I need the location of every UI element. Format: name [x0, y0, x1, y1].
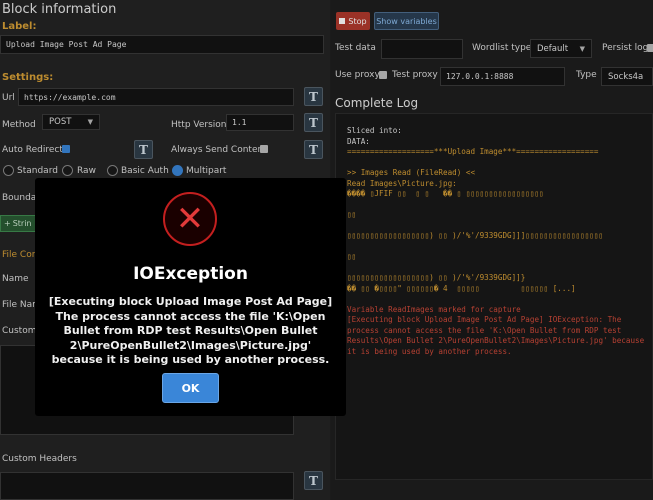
log-line: Sliced into: — [347, 126, 402, 135]
always-send-content-interpolation-button[interactable]: T — [304, 140, 323, 159]
custom-headers-interpolation-button[interactable]: T — [304, 471, 323, 490]
method-select[interactable]: POST ▼ — [42, 114, 100, 130]
http-version-label: Http Version — [171, 120, 227, 130]
radio-multipart[interactable] — [172, 165, 183, 176]
log-line: DATA: — [347, 136, 370, 146]
radio-raw[interactable] — [62, 165, 73, 176]
stop-label: Stop — [348, 16, 367, 26]
wordlist-type-value: Default — [537, 43, 569, 54]
plus-icon: + — [4, 219, 11, 228]
log-line: process cannot access the file 'K:\Open … — [347, 325, 622, 335]
auto-redirect-label: Auto Redirect — [2, 145, 63, 155]
url-label: Url — [2, 93, 15, 103]
always-send-content-label: Always Send Content — [171, 145, 267, 155]
stop-button[interactable]: Stop — [336, 12, 370, 30]
settings-heading: Settings: — [2, 72, 54, 83]
radio-standard-label: Standard — [17, 166, 58, 176]
log-line: ���� ▯JFIF ▯▯ ▯ ▯ �� ▯ ▯▯▯▯▯▯▯▯▯▯▯▯▯▯▯▯▯ — [347, 189, 544, 198]
log-line: [Executing block Upload Image Post Ad Pa… — [347, 315, 622, 324]
log-line: ▯▯ — [347, 252, 357, 261]
http-version-input[interactable]: 1.1 — [226, 114, 294, 131]
add-string-label: Strin — [12, 219, 32, 228]
test-proxy-label: Test proxy — [392, 70, 438, 80]
chevron-down-icon: ▼ — [87, 118, 93, 126]
auto-redirect-interpolation-button[interactable]: T — [134, 140, 153, 159]
use-proxy-checkbox[interactable] — [379, 71, 387, 79]
complete-log[interactable]: Sliced into: DATA: ===================***U… — [335, 113, 653, 480]
auto-redirect-checkbox[interactable] — [62, 145, 70, 153]
wordlist-type-select[interactable]: Default ▼ — [530, 39, 592, 58]
test-proxy-input[interactable]: 127.0.0.1:8888 — [440, 67, 565, 86]
block-info-title: Block information — [2, 2, 117, 17]
log-line: >> Images Read (FileRead) << — [347, 168, 476, 177]
dialog-title: IOException — [133, 264, 248, 284]
test-data-label: Test data — [335, 43, 376, 53]
radio-basic-auth[interactable] — [107, 165, 118, 176]
radio-raw-label: Raw — [77, 166, 96, 176]
use-proxy-label: Use proxy — [335, 70, 380, 80]
log-line: ===================***Upload Image***===… — [347, 147, 599, 156]
log-line: ▯▯ — [347, 210, 357, 219]
custom-headers-label: Custom Headers — [2, 454, 77, 464]
proxy-type-value: Socks4a — [608, 71, 644, 82]
show-variables-button[interactable]: Show variables — [374, 12, 439, 30]
url-interpolation-button[interactable]: T — [304, 87, 323, 106]
http-version-interpolation-button[interactable]: T — [304, 113, 323, 132]
ok-button[interactable]: OK — [162, 373, 219, 403]
label-heading: Label: — [2, 21, 37, 32]
persist-log-checkbox[interactable] — [647, 44, 653, 52]
method-value: POST — [49, 117, 72, 127]
wordlist-type-label: Wordlist type — [472, 43, 532, 53]
proxy-type-select[interactable]: Socks4a — [601, 67, 653, 86]
method-label: Method — [2, 120, 36, 130]
log-line: �� ▯▯ �▯▯▯▯" ▯▯▯▯▯▯� 4 ▯▯▯▯▯ ▯▯▯▯▯▯ [...… — [347, 283, 576, 293]
name-label: Name — [2, 274, 29, 284]
dialog-message: [Executing block Upload Image Post Ad Pa… — [48, 295, 333, 366]
always-send-content-checkbox[interactable] — [260, 145, 268, 153]
log-line: Results\Open Bullet 2\PureOpenBullet2\Im… — [347, 336, 645, 345]
radio-standard[interactable] — [3, 165, 14, 176]
complete-log-title: Complete Log — [335, 96, 419, 110]
stop-icon — [339, 18, 346, 24]
test-data-input[interactable] — [381, 39, 463, 59]
error-x-icon: ✕ — [163, 192, 217, 246]
proxy-type-label: Type — [576, 70, 597, 80]
radio-basic-auth-label: Basic Auth — [121, 166, 169, 176]
log-line: Variable ReadImages marked for capture — [347, 304, 521, 314]
chevron-down-icon: ▼ — [579, 44, 585, 53]
custom-headers-textarea[interactable] — [0, 472, 294, 500]
label-input[interactable]: Upload Image Post Ad Page — [0, 35, 324, 54]
persist-log-label: Persist log — [602, 43, 649, 53]
log-line: ▯▯▯▯▯▯▯▯▯▯▯▯▯▯▯▯▯▯) ▯▯ )/'%'/9339GDG]]} — [347, 273, 526, 282]
url-input[interactable]: https://example.com — [18, 88, 294, 106]
log-line: it is being used by another process. — [347, 346, 512, 356]
log-line: ▯▯▯▯▯▯▯▯▯▯▯▯▯▯▯▯▯▯) ▯▯ )/'%'/9339GDG]]]▯… — [347, 231, 604, 240]
log-line: Read Images\Picture.jpg: — [347, 178, 457, 188]
radio-multipart-label: Multipart — [186, 166, 227, 176]
